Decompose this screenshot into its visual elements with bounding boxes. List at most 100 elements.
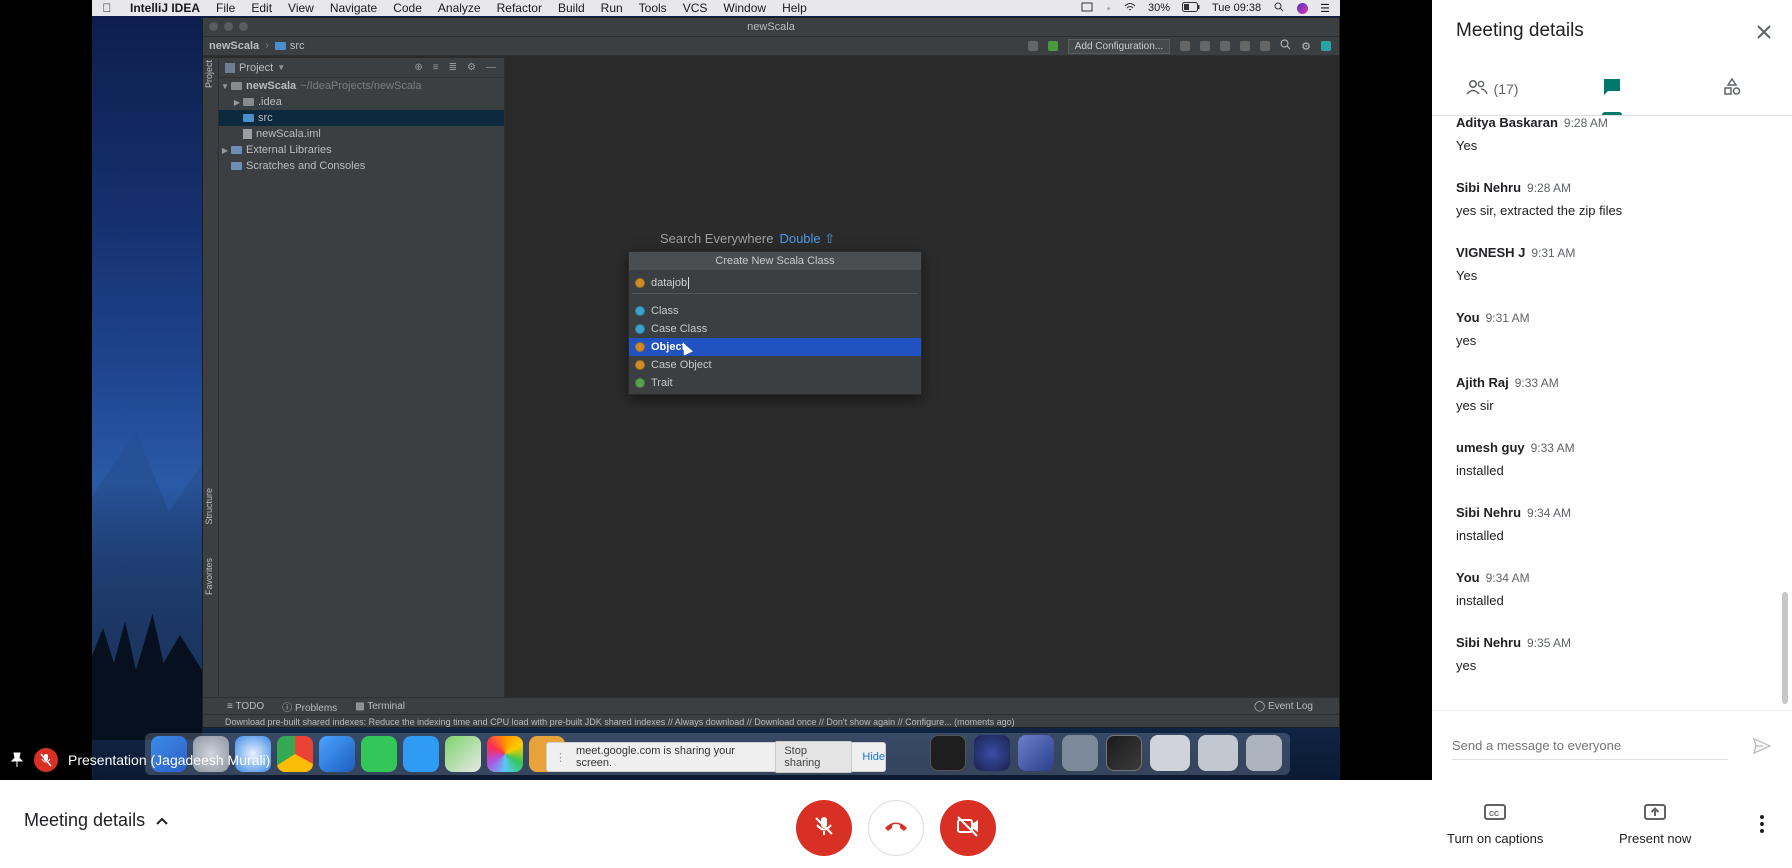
- gear-icon[interactable]: ⚙: [467, 62, 476, 73]
- build-icon[interactable]: [1047, 41, 1058, 51]
- virtualbox-icon[interactable]: [1018, 735, 1054, 771]
- menu-code[interactable]: Code: [385, 1, 430, 15]
- menu-file[interactable]: File: [208, 1, 243, 15]
- problems-tab[interactable]: ⓘ Problems: [282, 699, 337, 714]
- tree-item-scratches[interactable]: Scratches and Consoles: [219, 158, 504, 174]
- kind-item-case-class[interactable]: Case Class: [629, 320, 921, 338]
- trash-icon[interactable]: [1246, 735, 1282, 771]
- tree-item-external-libraries[interactable]: ▶ External Libraries: [219, 142, 504, 158]
- mic-off-button[interactable]: [796, 800, 852, 856]
- collapse-all-icon[interactable]: ≣: [449, 62, 457, 73]
- event-log-tab[interactable]: ◯ Event Log: [1254, 701, 1339, 712]
- menu-help[interactable]: Help: [774, 1, 815, 15]
- terminal-icon[interactable]: [930, 735, 966, 771]
- project-dropdown[interactable]: Project: [239, 62, 273, 74]
- class-name-input[interactable]: datajob: [632, 272, 918, 294]
- chat-message-input[interactable]: [1452, 731, 1728, 760]
- kind-item-trait[interactable]: Trait: [629, 374, 921, 392]
- profile-icon[interactable]: [1240, 41, 1251, 51]
- chevron-right-icon[interactable]: ▶: [219, 146, 231, 155]
- bluetooth-icon[interactable]: ⋆: [1105, 2, 1112, 15]
- stop-sharing-button[interactable]: Stop sharing: [775, 741, 853, 773]
- display-icon[interactable]: [1081, 2, 1093, 15]
- intellij-icon[interactable]: [1106, 735, 1142, 771]
- screenshot-folder-icon[interactable]: [1150, 735, 1190, 771]
- drag-handle-icon[interactable]: ⋮: [555, 751, 566, 764]
- search-icon[interactable]: [1280, 39, 1291, 53]
- stop-icon[interactable]: [1260, 41, 1271, 51]
- menu-refactor[interactable]: Refactor: [489, 1, 550, 15]
- siri-icon[interactable]: [1297, 2, 1309, 14]
- debug-icon[interactable]: [1200, 41, 1211, 51]
- close-icon[interactable]: [1752, 20, 1776, 44]
- zoom-window-icon[interactable]: [239, 22, 248, 31]
- settings-icon[interactable]: ⚙: [1301, 40, 1311, 53]
- send-icon[interactable]: [1752, 736, 1772, 756]
- present-now-button[interactable]: Present now: [1619, 802, 1691, 846]
- menu-view[interactable]: View: [280, 1, 322, 15]
- breadcrumb-src[interactable]: src: [290, 40, 305, 52]
- system-preferences-icon[interactable]: [1062, 735, 1098, 771]
- downloads-folder-icon[interactable]: [1198, 735, 1238, 771]
- terminal-tab[interactable]: ▩ Terminal: [355, 701, 405, 712]
- chat-messages[interactable]: Aditya Baskaran 9:28 AM Yes Sibi Nehru 9:2…: [1432, 116, 1792, 710]
- kind-item-case-object[interactable]: Case Object: [629, 356, 921, 374]
- pin-icon[interactable]: [10, 752, 24, 768]
- run-icon[interactable]: [1180, 41, 1191, 51]
- favorites-side-tab[interactable]: Favorites: [204, 558, 214, 595]
- menu-run[interactable]: Run: [593, 1, 631, 15]
- menu-analyze[interactable]: Analyze: [430, 1, 489, 15]
- chrome-icon[interactable]: [277, 736, 313, 772]
- menu-edit[interactable]: Edit: [243, 1, 280, 15]
- menu-tools[interactable]: Tools: [631, 1, 675, 15]
- tree-item-root[interactable]: ▼ newScala ~/IdeaProjects/newScala: [219, 78, 504, 94]
- kind-item-object[interactable]: Object: [629, 338, 921, 356]
- kind-item-class[interactable]: Class: [629, 302, 921, 320]
- tab-chat[interactable]: [1552, 62, 1672, 115]
- minimize-window-icon[interactable]: [224, 22, 233, 31]
- chevron-down-icon[interactable]: ▼: [277, 63, 285, 72]
- add-configuration-button[interactable]: Add Configuration...: [1067, 38, 1171, 54]
- structure-side-tab[interactable]: Structure: [204, 488, 214, 525]
- project-side-tab[interactable]: Project: [204, 60, 214, 88]
- tab-people[interactable]: (17): [1432, 62, 1552, 115]
- camera-off-button[interactable]: [940, 800, 996, 856]
- locate-icon[interactable]: ⊕: [414, 62, 422, 73]
- wifi-icon[interactable]: [1124, 2, 1136, 15]
- leave-call-button[interactable]: [868, 800, 924, 856]
- breadcrumb-project[interactable]: newScala: [209, 40, 259, 52]
- tree-item-idea[interactable]: ▶ .idea: [219, 94, 504, 110]
- editor-area[interactable]: Search Everywhere Double ⇧ Create New Sca…: [505, 58, 1339, 697]
- more-options-icon[interactable]: [1750, 812, 1774, 836]
- menu-app-name[interactable]: IntelliJ IDEA: [122, 1, 208, 15]
- menu-build[interactable]: Build: [550, 1, 593, 15]
- eclipse-icon[interactable]: [974, 735, 1010, 771]
- expand-all-icon[interactable]: ≡: [433, 62, 439, 73]
- menu-clock[interactable]: Tue 09:38: [1212, 2, 1261, 14]
- close-window-icon[interactable]: [209, 22, 218, 31]
- meeting-details-button[interactable]: Meeting details: [24, 810, 169, 831]
- apple-icon[interactable]: : [92, 1, 122, 15]
- chevron-right-icon[interactable]: ▶: [231, 98, 243, 107]
- todo-tab[interactable]: ≡ TODO: [227, 701, 264, 712]
- photos-icon[interactable]: [487, 736, 523, 772]
- messages-icon[interactable]: [403, 736, 439, 772]
- control-center-icon[interactable]: ☰: [1320, 2, 1330, 15]
- tree-item-iml[interactable]: newScala.iml: [219, 126, 504, 142]
- captions-button[interactable]: CC Turn on captions: [1447, 802, 1543, 846]
- facetime-icon[interactable]: [361, 736, 397, 772]
- chat-scrollbar[interactable]: [1782, 592, 1788, 704]
- coverage-icon[interactable]: [1220, 41, 1231, 51]
- plugin-icon[interactable]: [1321, 41, 1331, 51]
- chevron-down-icon[interactable]: ▼: [219, 82, 231, 91]
- menu-vcs[interactable]: VCS: [675, 1, 716, 15]
- user-icon[interactable]: [1027, 41, 1038, 51]
- hide-button[interactable]: Hide: [862, 751, 885, 763]
- preview-icon[interactable]: [319, 736, 355, 772]
- tab-activities[interactable]: [1672, 62, 1792, 115]
- menu-navigate[interactable]: Navigate: [322, 1, 385, 15]
- status-message[interactable]: Download pre-built shared indexes: Reduc…: [203, 714, 1339, 728]
- tree-item-src[interactable]: src: [219, 110, 504, 126]
- spotlight-icon[interactable]: [1273, 2, 1285, 15]
- maps-icon[interactable]: [445, 736, 481, 772]
